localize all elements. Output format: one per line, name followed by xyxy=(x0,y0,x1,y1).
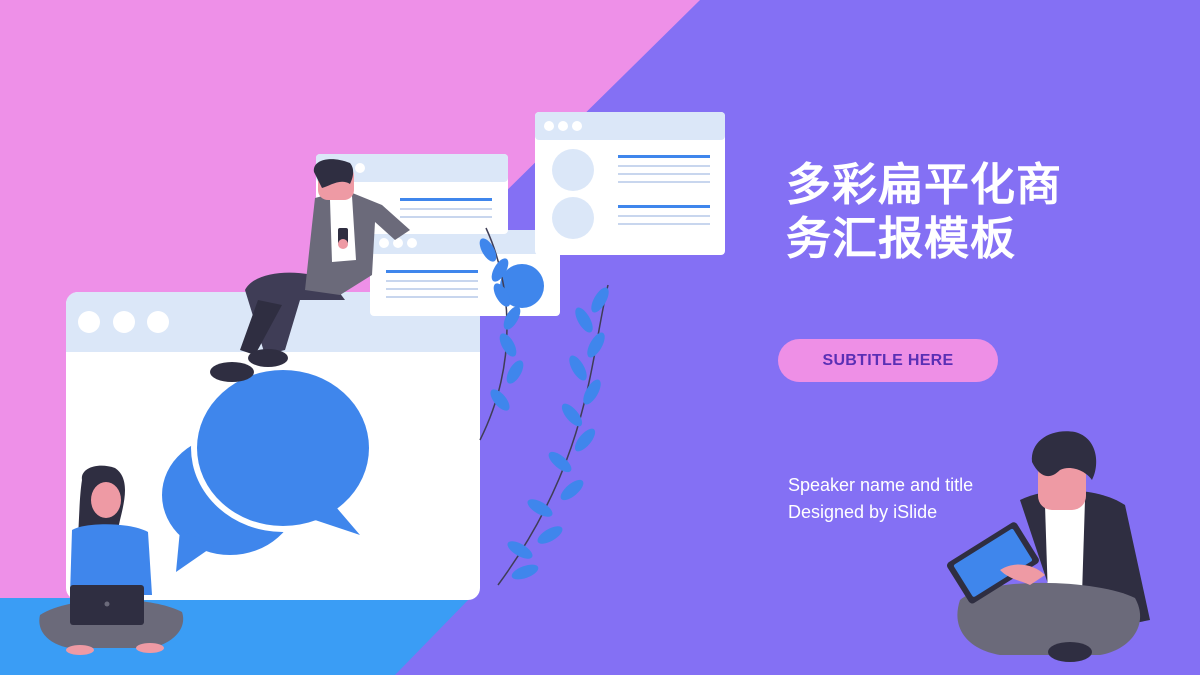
avatar-placeholder-icon xyxy=(552,149,594,191)
slide-title-line-1: 多彩扁平化商 xyxy=(786,158,1063,211)
speaker-info: Speaker name and title Designed by iSlid… xyxy=(788,472,973,526)
slide: 多彩扁平化商 务汇报模板 SUBTITLE HERE Speaker name … xyxy=(0,0,1200,675)
slide-title-line-2: 务汇报模板 xyxy=(786,212,1017,265)
illustration xyxy=(39,112,1150,662)
designer-credit: Designed by iSlide xyxy=(788,502,938,522)
small-browser-window-right xyxy=(535,112,725,255)
window-dot-icon xyxy=(78,311,100,333)
man-with-tablet-illustration xyxy=(946,431,1150,662)
subtitle-button[interactable]: SUBTITLE HERE xyxy=(778,339,998,382)
window-dot-icon xyxy=(113,311,135,333)
slide-title: 多彩扁平化商 务汇报模板 xyxy=(786,158,1166,266)
small-browser-window-middle xyxy=(370,230,560,316)
speaker-name-and-title: Speaker name and title xyxy=(788,475,974,495)
avatar-placeholder-icon xyxy=(552,197,594,239)
window-dot-icon xyxy=(147,311,169,333)
